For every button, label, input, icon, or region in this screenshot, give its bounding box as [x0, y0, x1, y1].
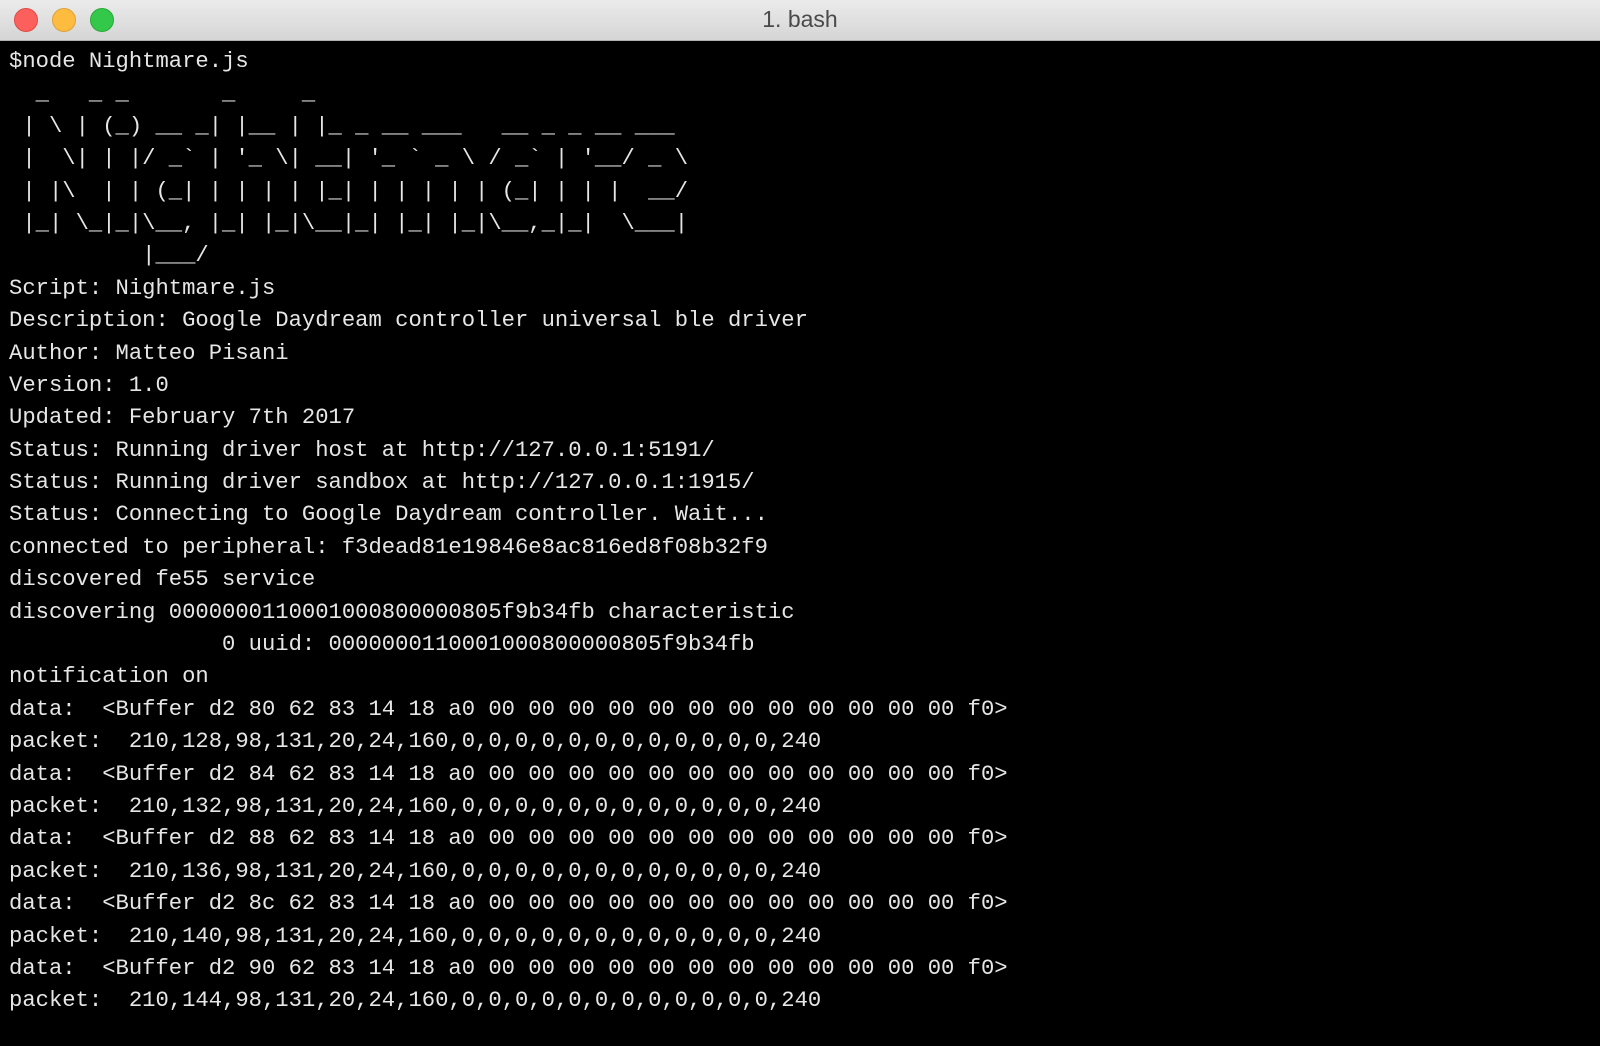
terminal-line: Updated: February 7th 2017 — [9, 405, 356, 431]
terminal-line: $node Nightmare.js — [9, 49, 249, 74]
terminal-line: 0 uuid: 0000000110001000800000805f9b34fb — [9, 632, 755, 658]
terminal-line: Status: Running driver sandbox at http:/… — [9, 470, 755, 496]
window-titlebar: 1. bash — [0, 0, 1600, 41]
terminal-line: Status: Running driver host at http://12… — [9, 437, 715, 463]
terminal-line: | \| | |/ _` | '_ \| __| '_ ` _ \ / _` |… — [9, 146, 689, 172]
terminal-line: packet: 210,136,98,131,20,24,160,0,0,0,0… — [9, 858, 822, 884]
terminal-line: data: <Buffer d2 84 62 83 14 18 a0 00 00… — [9, 761, 1008, 787]
terminal-line: data: <Buffer d2 8c 62 83 14 18 a0 00 00… — [9, 891, 1008, 917]
terminal-line: packet: 210,128,98,131,20,24,160,0,0,0,0… — [9, 729, 822, 755]
terminal-line: Status: Connecting to Google Daydream co… — [9, 502, 768, 528]
terminal-line: notification on — [9, 664, 209, 690]
terminal-line: packet: 210,144,98,131,20,24,160,0,0,0,0… — [9, 988, 822, 1014]
terminal-line: packet: 210,140,98,131,20,24,160,0,0,0,0… — [9, 923, 822, 949]
terminal-line: packet: 210,132,98,131,20,24,160,0,0,0,0… — [9, 793, 822, 819]
terminal-line: discovered fe55 service — [9, 567, 316, 593]
terminal-line: Author: Matteo Pisani — [9, 340, 289, 366]
terminal-line: connected to peripheral: f3dead81e19846e… — [9, 534, 768, 560]
terminal-line: | |\ | | (_| | | | | |_| | | | | | (_| |… — [9, 178, 689, 204]
terminal-line: discovering 0000000110001000800000805f9b… — [9, 599, 795, 625]
window-title: 1. bash — [762, 6, 838, 32]
terminal-line: _ _ _ _ _ — [9, 81, 316, 107]
terminal-line: |___/ — [9, 243, 209, 269]
terminal-output[interactable]: $node Nightmare.js _ _ _ _ _ | \ | (_) _… — [9, 46, 1008, 1018]
terminal-line: Description: Google Daydream controller … — [9, 308, 808, 334]
terminal-line: Version: 1.0 — [9, 372, 169, 398]
terminal-line: data: <Buffer d2 88 62 83 14 18 a0 00 00… — [9, 826, 1008, 852]
terminal-line: | \ | (_) __ _| |__ | |_ _ __ ___ __ _ _… — [9, 113, 675, 139]
terminal-line: data: <Buffer d2 90 62 83 14 18 a0 00 00… — [9, 955, 1008, 981]
terminal-line: Script: Nightmare.js — [9, 275, 276, 301]
terminal-line: data: <Buffer d2 80 62 83 14 18 a0 00 00… — [9, 696, 1008, 722]
terminal-line: |_| \_|_|\__, |_| |_|\__|_| |_| |_|\__,_… — [9, 210, 689, 236]
